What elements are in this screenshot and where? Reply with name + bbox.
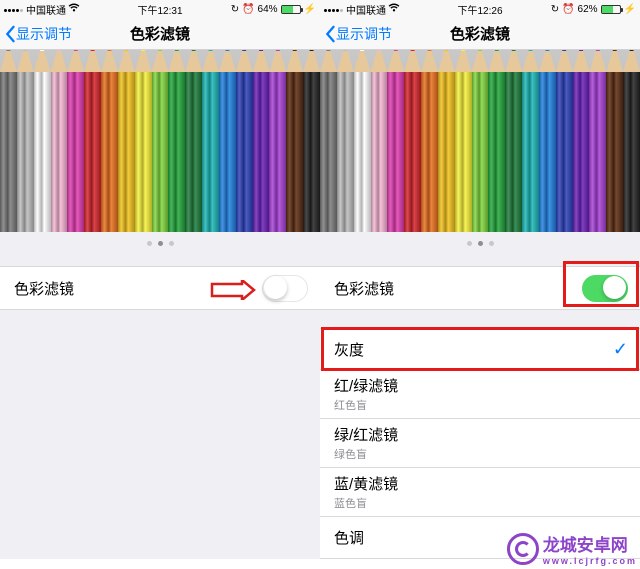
pencil: [135, 50, 152, 232]
toggle-label: 色彩滤镜: [334, 278, 394, 299]
pencil: [202, 50, 219, 232]
chevron-left-icon: [4, 25, 16, 43]
carrier-label: 中国联通: [346, 2, 386, 17]
battery-pct: 62%: [578, 4, 598, 15]
pencil: [303, 50, 320, 232]
option-sublabel: 绿色盲: [334, 446, 398, 462]
pencil: [438, 50, 455, 232]
nav-bar: 显示调节 色彩滤镜: [0, 18, 320, 50]
pencil: [84, 50, 101, 232]
pencil: [421, 50, 438, 232]
watermark-name: 龙城安卓网: [543, 531, 637, 556]
option-label: 红/绿滤镜: [334, 375, 398, 396]
page-title: 色彩滤镜: [130, 23, 190, 44]
pencil: [236, 50, 253, 232]
pencil: [455, 50, 472, 232]
page-title: 色彩滤镜: [450, 23, 510, 44]
pencil: [51, 50, 68, 232]
pencil: [573, 50, 590, 232]
carrier-label: 中国联通: [26, 2, 66, 17]
filter-option-0[interactable]: 灰度 ✓: [320, 328, 640, 370]
battery-icon: [601, 5, 621, 14]
filter-option-1[interactable]: 红/绿滤镜红色盲: [320, 370, 640, 419]
pencil: [286, 50, 303, 232]
alarm-icon: ⏰: [562, 4, 574, 15]
wifi-icon: [68, 3, 80, 15]
pencil-preview: [320, 50, 640, 232]
clock: 下午12:31: [137, 2, 182, 17]
charging-icon: ⚡: [624, 4, 636, 15]
pencil: [522, 50, 539, 232]
watermark-logo-icon: [507, 533, 539, 565]
watermark-url: www.lcjrfg.com: [543, 556, 637, 566]
status-bar: 中国联通 下午12:26 ↻ ⏰ 62% ⚡: [320, 0, 640, 18]
pencil: [623, 50, 640, 232]
color-filter-switch[interactable]: [582, 275, 628, 302]
pencil: [589, 50, 606, 232]
color-filter-toggle-row: 色彩滤镜: [0, 266, 320, 310]
signal-dots-icon: [4, 4, 24, 15]
signal-dots-icon: [324, 4, 344, 15]
watermark: 龙城安卓网 www.lcjrfg.com: [507, 531, 637, 566]
option-sublabel: 红色盲: [334, 397, 398, 413]
pencil: [387, 50, 404, 232]
pencil: [152, 50, 169, 232]
checkmark-icon: ✓: [613, 339, 628, 360]
pencil: [337, 50, 354, 232]
chevron-left-icon: [324, 25, 336, 43]
option-label: 绿/红滤镜: [334, 424, 398, 445]
option-sublabel: 蓝色盲: [334, 495, 398, 511]
back-label: 显示调节: [336, 24, 392, 44]
nav-bar: 显示调节 色彩滤镜: [320, 18, 640, 50]
pencil: [354, 50, 371, 232]
pencil: [67, 50, 84, 232]
pencil: [371, 50, 388, 232]
option-label: 蓝/黄滤镜: [334, 473, 398, 494]
annotation-arrow-icon: [210, 280, 256, 305]
pencil: [472, 50, 489, 232]
pencil: [34, 50, 51, 232]
pencil: [488, 50, 505, 232]
pencil: [606, 50, 623, 232]
pencil: [118, 50, 135, 232]
pencil: [404, 50, 421, 232]
pencil: [253, 50, 270, 232]
left-screenshot: 中国联通 下午12:31 ↻ ⏰ 64% ⚡ 显示调节 色彩滤镜: [0, 0, 320, 559]
pencil: [269, 50, 286, 232]
option-label: 灰度: [334, 339, 364, 360]
pencil: [185, 50, 202, 232]
back-button[interactable]: 显示调节: [320, 24, 392, 44]
back-button[interactable]: 显示调节: [0, 24, 72, 44]
filter-options-list: 灰度✓红/绿滤镜红色盲绿/红滤镜绿色盲蓝/黄滤镜蓝色盲色调: [320, 328, 640, 559]
alarm-icon: ⏰: [242, 4, 254, 15]
back-label: 显示调节: [16, 24, 72, 44]
pencil: [320, 50, 337, 232]
wifi-icon: [388, 3, 400, 15]
page-indicator: [0, 232, 320, 254]
color-filter-toggle-row: 色彩滤镜: [320, 266, 640, 310]
pencil: [556, 50, 573, 232]
pencil: [505, 50, 522, 232]
status-bar: 中国联通 下午12:31 ↻ ⏰ 64% ⚡: [0, 0, 320, 18]
pencil: [168, 50, 185, 232]
page-indicator: [320, 232, 640, 254]
battery-icon: [281, 5, 301, 14]
charging-icon: ⚡: [304, 4, 316, 15]
orientation-lock-icon: ↻: [231, 4, 239, 15]
pencil: [17, 50, 34, 232]
filter-option-2[interactable]: 绿/红滤镜绿色盲: [320, 419, 640, 468]
pencil: [0, 50, 17, 232]
pencil: [219, 50, 236, 232]
battery-pct: 64%: [258, 4, 278, 15]
pencil: [539, 50, 556, 232]
filter-option-3[interactable]: 蓝/黄滤镜蓝色盲: [320, 468, 640, 517]
option-label: 色调: [334, 527, 364, 548]
toggle-label: 色彩滤镜: [14, 278, 74, 299]
color-filter-switch[interactable]: [262, 275, 308, 302]
right-screenshot: 中国联通 下午12:26 ↻ ⏰ 62% ⚡ 显示调节 色彩滤镜: [320, 0, 640, 559]
pencil: [101, 50, 118, 232]
pencil-preview: [0, 50, 320, 232]
orientation-lock-icon: ↻: [551, 4, 559, 15]
clock: 下午12:26: [457, 2, 502, 17]
